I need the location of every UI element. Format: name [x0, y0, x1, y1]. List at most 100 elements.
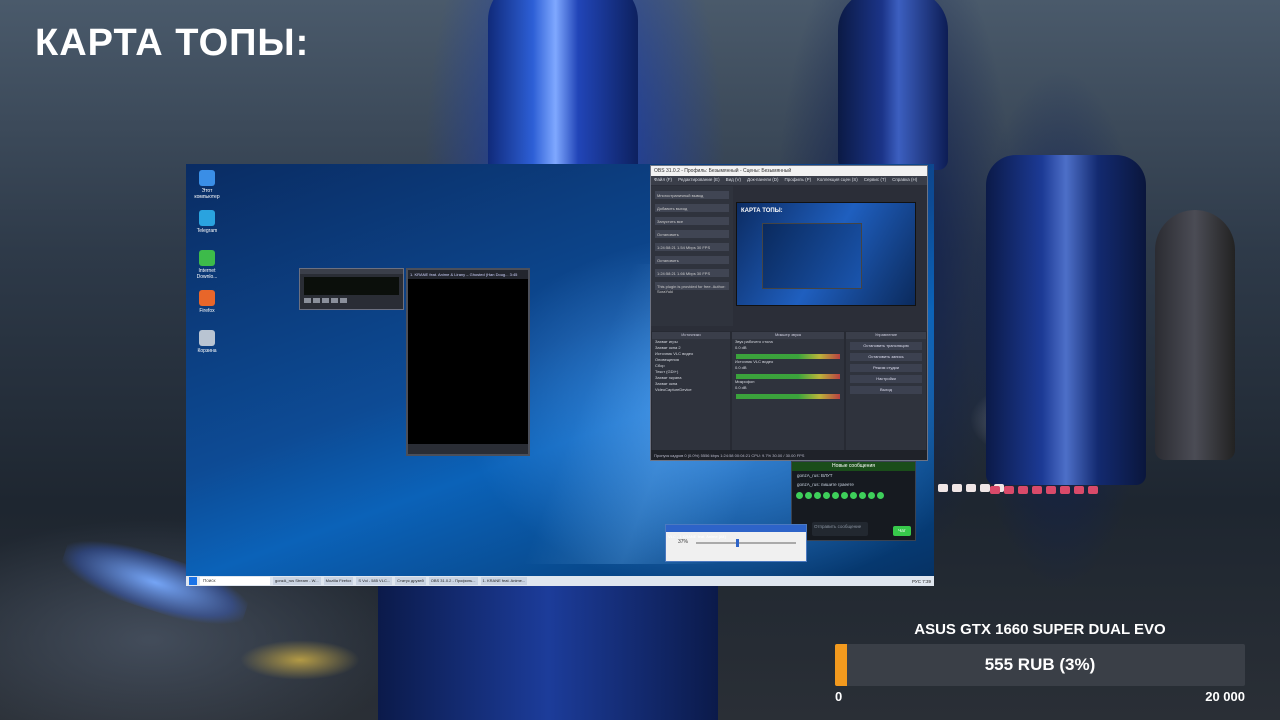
volume-slider[interactable] [696, 542, 796, 544]
obs-control-button[interactable]: Выход [850, 386, 922, 394]
taskbar-task[interactable]: gonzA_rus Stream - W... [273, 577, 321, 585]
chat-message: gonzA_rus: ВЛУТ [797, 473, 833, 478]
obs-menu-item[interactable]: Сервис (T) [864, 177, 886, 184]
goal-max-label: 20 000 [1205, 689, 1245, 704]
emoji-icon[interactable] [877, 492, 884, 499]
sources-header: Источники [652, 332, 730, 339]
volume-meter[interactable] [736, 394, 840, 399]
emoji-icon[interactable] [805, 492, 812, 499]
desktop-icon[interactable]: Internet Downlo... [192, 250, 222, 280]
mixer-track-db: 0.0 dB [735, 365, 747, 370]
obs-menu-item[interactable]: Вид (V) [726, 177, 741, 184]
led-strip [990, 486, 1098, 494]
windows-start-icon[interactable] [189, 577, 197, 585]
recycle-bin-icon [199, 330, 215, 346]
taskbar-task[interactable]: 1. KRANE feat. Anime... [480, 577, 528, 585]
chat-send-button[interactable]: Чат [893, 526, 911, 536]
emoji-icon[interactable] [832, 492, 839, 499]
playlist-window[interactable]: 1. KRANE feat. Anime & Lirany – Ghosted … [406, 268, 530, 456]
player-controls [304, 298, 399, 303]
play-button[interactable] [313, 298, 320, 303]
overlay-title: КАРТА ТОПЫ: [35, 22, 310, 64]
music-player[interactable] [299, 268, 404, 310]
emoji-icon[interactable] [868, 492, 875, 499]
mixer-dock: Микшер звука Звук рабочего стола 0.0 dB Ис… [732, 332, 844, 450]
next-button[interactable] [340, 298, 347, 303]
obs-control-button[interactable]: Остановить трансляцию [850, 342, 922, 350]
desktop-icon-label: Этот компьютер [194, 188, 220, 200]
chat-input-placeholder: Отправить сообщение [814, 524, 862, 529]
vlc-titlebar[interactable]: VLC - 1 KRANE feat. Anime [Alt] [666, 525, 806, 539]
mixer-header: Микшер звука [732, 332, 844, 339]
emoji-row [792, 489, 915, 502]
emoji-icon[interactable] [841, 492, 848, 499]
vlc-volume-window[interactable]: VLC - 1 KRANE feat. Anime [Alt] 37% [665, 524, 807, 562]
energy-drink-can [378, 585, 718, 720]
system-tray[interactable]: РУС 7:39 [912, 579, 931, 584]
obs-menu-item[interactable]: Профиль (P) [784, 177, 811, 184]
stop-output-button[interactable]: Остановить [655, 230, 729, 238]
add-output-button[interactable]: Добавить выход [655, 204, 729, 212]
pause-button[interactable] [322, 298, 329, 303]
taskbar-task[interactable]: Mozilla Firefox [323, 577, 354, 585]
goal-progress-label: 555 RUB (3%) [984, 655, 1096, 674]
volume-meter[interactable] [736, 374, 840, 379]
start-all-button[interactable]: Запустить все [655, 217, 729, 225]
player-titlebar[interactable] [300, 269, 403, 274]
output-stats: 1:24:58:21 1.66 Mbps 30 FPS [655, 269, 729, 277]
controls-list: Остановить трансляцию Остановить запись Ре… [846, 342, 926, 394]
source-item[interactable]: VideoCaptureDevice [652, 387, 730, 393]
energy-drink-can [986, 155, 1146, 485]
goal-min-label: 0 [835, 689, 843, 704]
volume-meter[interactable] [736, 354, 840, 359]
desktop-icon[interactable]: Корзина [192, 330, 222, 354]
obs-preview[interactable]: КАРТА ТОПЫ: [736, 202, 916, 306]
desktop-icon[interactable]: Этот компьютер [192, 170, 222, 200]
obs-menu-item[interactable]: Коллекция сцен (S) [817, 177, 858, 184]
playlist-item[interactable]: 1. KRANE feat. Anime & Lirany – Ghosted … [408, 270, 528, 279]
desktop-icon[interactable]: Firefox [192, 290, 222, 314]
plugin-note: This plugin is provided for free. Author… [655, 282, 729, 294]
telegram-icon [199, 210, 215, 226]
player-display [304, 277, 399, 295]
controls-header: Управление [846, 332, 926, 339]
computer-icon [199, 170, 215, 186]
obs-menu-item[interactable]: Файл (F) [654, 177, 672, 184]
mixer-track-db: 0.0 dB [735, 385, 747, 390]
taskbar-task[interactable]: S Vol - 585 VLC... [356, 577, 393, 585]
taskbar-tasks: gonzA_rus Stream - W... Mozilla Firefox S … [273, 577, 528, 585]
desk-object [240, 640, 360, 680]
sources-list: Захват игры Захват окна 2 Источник VLC вид… [652, 339, 730, 393]
emoji-icon[interactable] [850, 492, 857, 499]
volume-knob[interactable] [736, 539, 739, 547]
obs-window[interactable]: OBS 31.0.2 - Профиль: Безымянный - Сцены… [650, 165, 928, 461]
nested-preview [762, 223, 862, 289]
emoji-icon[interactable] [859, 492, 866, 499]
obs-control-button[interactable]: Режим студии [850, 364, 922, 372]
taskbar-task[interactable]: OBS 31.0.2 - Профиль... [428, 577, 478, 585]
obs-menu-item[interactable]: Док-панели (D) [747, 177, 778, 184]
taskbar-task[interactable]: Статус друзей [395, 577, 426, 585]
mixer-track-db: 0.0 dB [735, 345, 747, 350]
obs-titlebar[interactable]: OBS 31.0.2 - Профиль: Безымянный - Сцены… [651, 166, 927, 176]
chat-widget[interactable]: Новые сообщения gonzA_rus: ВЛУТ gonzA_ru… [791, 461, 916, 541]
goal-title: ASUS GTX 1660 SUPER DUAL EVO [914, 621, 1166, 638]
desktop-icon[interactable]: Telegram [192, 210, 222, 234]
emoji-icon[interactable] [796, 492, 803, 499]
obs-menubar: Файл (F) Редактирование (E) Вид (V) Док-пан… [651, 176, 927, 185]
multi-output-dock: Многостраничный вывод Добавить выход Зап… [651, 186, 733, 326]
desktop-capture: Этот компьютер Telegram Internet Downlo...… [186, 164, 934, 586]
prev-button[interactable] [304, 298, 311, 303]
sources-dock: Источники Захват игры Захват окна 2 Источн… [652, 332, 730, 450]
emoji-icon[interactable] [814, 492, 821, 499]
obs-menu-item[interactable]: Справка (H) [892, 177, 917, 184]
stop-output-button[interactable]: Остановить [655, 256, 729, 264]
emoji-icon[interactable] [823, 492, 830, 499]
obs-menu-item[interactable]: Редактирование (E) [678, 177, 720, 184]
taskbar-search[interactable]: Поиск [200, 577, 270, 585]
obs-control-button[interactable]: Настройки [850, 375, 922, 383]
obs-control-button[interactable]: Остановить запись [850, 353, 922, 361]
download-manager-icon [199, 250, 215, 266]
stop-button[interactable] [331, 298, 338, 303]
chat-input[interactable]: Отправить сообщение [812, 522, 868, 536]
